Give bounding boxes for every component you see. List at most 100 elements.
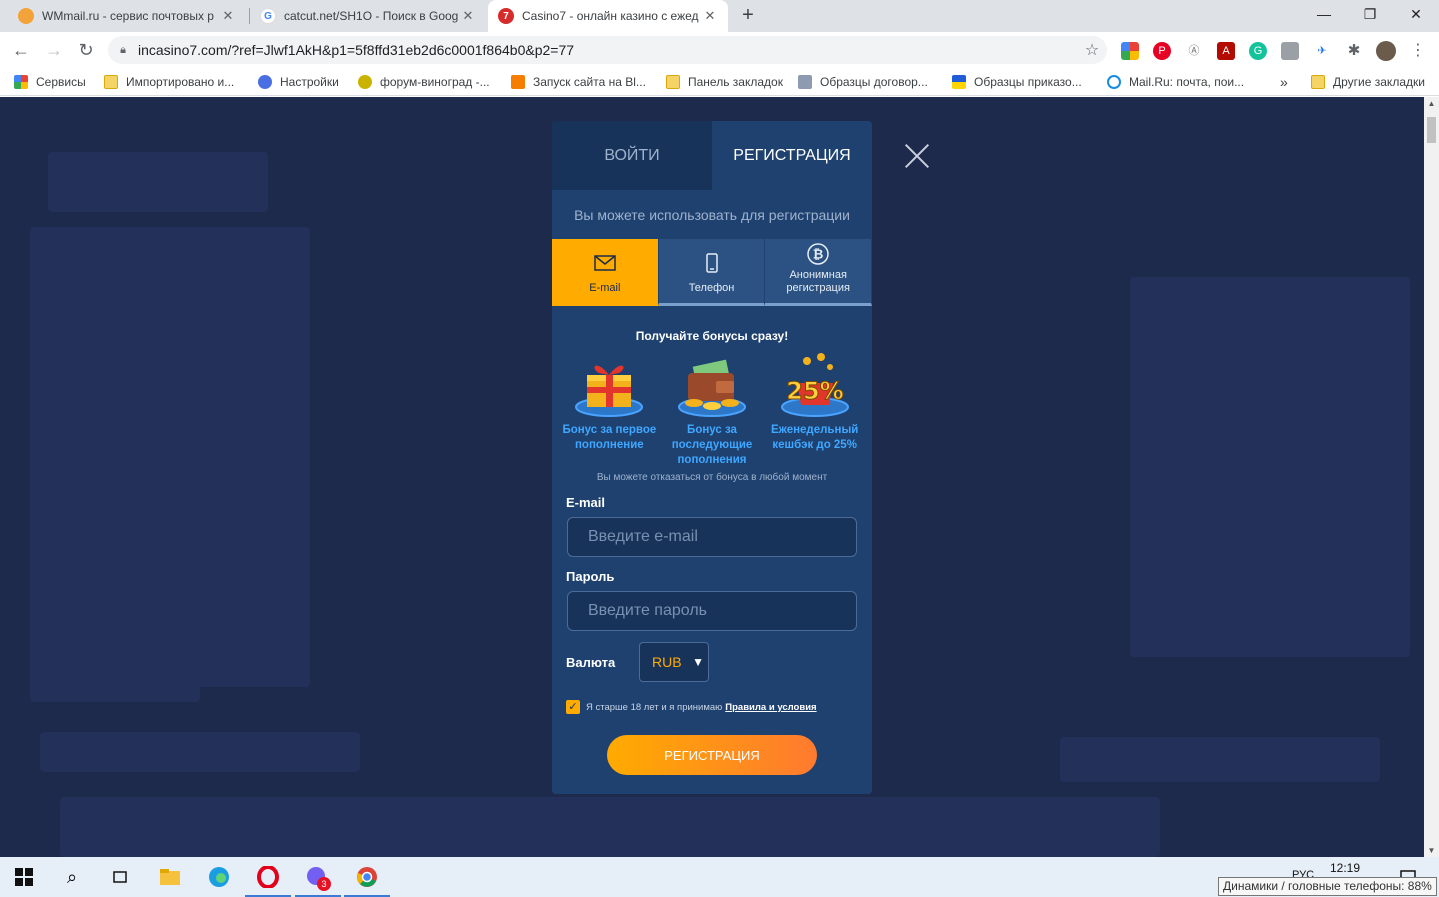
lock-icon[interactable]: 🔒︎ xyxy=(108,44,138,57)
bonus-first-deposit: Бонус за первое пополнение xyxy=(558,349,661,468)
close-window-button[interactable]: ✕ xyxy=(1393,0,1439,30)
casino7-favicon-icon: 7 xyxy=(498,8,514,24)
tab-register[interactable]: РЕГИСТРАЦИЯ xyxy=(712,121,872,190)
minimize-button[interactable]: — xyxy=(1301,0,1347,30)
bookmark-label: Запуск сайта на Bl... xyxy=(533,75,646,89)
background-timer xyxy=(1060,737,1380,782)
url-text[interactable]: incasino7.com/?ref=Jlwf1AkH&p1=5f8ffd31e… xyxy=(138,42,1077,58)
profile-avatar[interactable] xyxy=(1376,41,1396,61)
bonus-title: Получайте бонусы сразу! xyxy=(635,329,789,343)
new-tab-button[interactable]: + xyxy=(737,4,759,26)
bookmark-services[interactable]: Сервисы xyxy=(14,73,86,91)
bookmark-settings[interactable]: Настройки xyxy=(258,73,339,91)
bookmark-label: форум-виноград -... xyxy=(380,75,490,89)
terms-link[interactable]: Правила и условия xyxy=(725,702,816,713)
bookmark-panel[interactable]: Панель закладок xyxy=(666,73,783,91)
bonus-weekly-cashback: 25% Еженедельный кешбэк до 25% xyxy=(763,349,866,468)
address-bar[interactable]: 🔒︎ incasino7.com/?ref=Jlwf1AkH&p1=5f8ffd… xyxy=(108,36,1107,64)
method-label: E-mail xyxy=(589,282,621,294)
extension-icon[interactable] xyxy=(1281,42,1299,60)
page-scrollbar[interactable]: ▲ ▼ xyxy=(1424,97,1439,857)
menu-kebab-icon[interactable]: ⋮ xyxy=(1409,42,1427,60)
method-phone[interactable]: Телефон xyxy=(658,239,766,306)
bookmark-other[interactable]: Другие закладки xyxy=(1311,73,1425,91)
google-apps-extension-icon[interactable] xyxy=(1121,42,1139,60)
bookmark-contracts[interactable]: Образцы договор... xyxy=(798,73,928,91)
pinterest-extension-icon[interactable]: P xyxy=(1153,42,1171,60)
background-jackpot-panel xyxy=(30,227,310,687)
edge-browser-icon[interactable] xyxy=(207,865,231,889)
method-email[interactable]: E-mail xyxy=(552,239,659,306)
grape-icon xyxy=(358,75,372,89)
bookmark-mailru[interactable]: Mail.Ru: почта, пои... xyxy=(1107,73,1244,91)
envelope-icon xyxy=(594,252,616,274)
modal-tabs: ВОЙТИ РЕГИСТРАЦИЯ xyxy=(552,121,872,190)
bookmark-blogger[interactable]: Запуск сайта на Bl... xyxy=(511,73,646,91)
browser-tab-casino7[interactable]: 7 Casino7 - онлайн казино с ежед ✕ xyxy=(488,0,728,32)
wmmail-favicon-icon xyxy=(18,8,34,24)
google-favicon-icon: G xyxy=(260,8,276,24)
registration-subtitle: Вы можете использовать для регистрации xyxy=(574,207,850,223)
search-icon[interactable]: ⌕ xyxy=(60,865,84,889)
bookmarks-overflow-button[interactable]: » xyxy=(1280,73,1288,91)
method-anonymous[interactable]: ₿ Анонимная регистрация xyxy=(765,239,872,306)
chrome-browser-icon[interactable] xyxy=(355,865,379,889)
bookmark-imported[interactable]: Импортировано и... xyxy=(104,73,234,91)
register-submit-button[interactable]: РЕГИСТРАЦИЯ xyxy=(607,735,817,775)
background-tournament-heading xyxy=(40,732,360,772)
forward-arrow-icon[interactable]: → xyxy=(42,38,66,62)
windows-start-icon[interactable] xyxy=(12,865,36,889)
svg-text:25%: 25% xyxy=(786,377,843,405)
opera-browser-icon[interactable] xyxy=(256,865,280,889)
close-tab-icon[interactable]: ✕ xyxy=(220,8,236,24)
age-terms-checkbox[interactable]: ✓ xyxy=(566,700,580,714)
viber-icon[interactable]: 3 xyxy=(305,865,331,891)
browser-tab-google[interactable]: G catcut.net/SH1O - Поиск в Goog ✕ xyxy=(250,0,486,32)
tab-login[interactable]: ВОЙТИ xyxy=(552,121,712,190)
bookmark-star-icon[interactable]: ☆ xyxy=(1077,40,1107,60)
close-icon[interactable] xyxy=(903,142,931,170)
bonus-note: Вы можете отказаться от бонуса в любой м… xyxy=(596,472,828,483)
reload-icon[interactable]: ↻ xyxy=(74,38,98,62)
task-view-icon[interactable] xyxy=(108,865,132,889)
caret-down-icon: ▼ xyxy=(692,655,704,669)
scroll-up-arrow-icon[interactable]: ▲ xyxy=(1424,99,1439,108)
translate-extension-icon[interactable]: Ⓐ xyxy=(1185,42,1203,60)
grammarly-extension-icon[interactable]: G xyxy=(1249,42,1267,60)
bookmark-label: Настройки xyxy=(280,75,339,89)
puzzle-extensions-icon[interactable]: ✱ xyxy=(1345,42,1363,60)
currency-select[interactable]: RUB ▼ xyxy=(639,642,709,682)
maximize-button[interactable]: ❐ xyxy=(1347,0,1393,30)
svg-text:₿: ₿ xyxy=(813,248,824,263)
bonus-list: Бонус за первое пополнение Бонус за посл… xyxy=(552,349,872,468)
scroll-down-arrow-icon[interactable]: ▼ xyxy=(1424,846,1439,855)
bookmark-label: Другие закладки xyxy=(1333,75,1425,89)
browser-tab-strip: WMmail.ru - сервис почтовых р ✕ G catcut… xyxy=(0,0,1439,32)
pdf-extension-icon[interactable]: A xyxy=(1217,42,1235,60)
scrollbar-thumb[interactable] xyxy=(1427,117,1436,143)
close-tab-icon[interactable]: ✕ xyxy=(702,8,718,24)
email-placeholder: Введите e-mail xyxy=(588,528,698,545)
method-label: Анонимная регистрация xyxy=(786,269,850,294)
bookmark-grape-forum[interactable]: форум-виноград -... xyxy=(358,73,490,91)
viber-badge: 3 xyxy=(317,877,331,891)
phone-icon xyxy=(701,252,723,274)
email-field[interactable]: Введите e-mail xyxy=(567,517,857,557)
volume-tooltip: Динамики / головные телефоны: 88% xyxy=(1218,877,1437,896)
vpn-extension-icon[interactable]: ✈ xyxy=(1313,42,1331,60)
back-arrow-icon[interactable]: ← xyxy=(9,38,33,62)
password-label: Пароль xyxy=(566,569,615,584)
taskbar-clock[interactable]: 12:19 xyxy=(1330,861,1360,875)
bookmark-orders[interactable]: Образцы приказо... xyxy=(952,73,1082,91)
background-logo-area xyxy=(48,152,268,212)
browser-tab-wmmail[interactable]: WMmail.ru - сервис почтовых р ✕ xyxy=(8,0,246,32)
close-tab-icon[interactable]: ✕ xyxy=(460,8,476,24)
file-explorer-icon[interactable] xyxy=(158,865,182,889)
password-field[interactable]: Введите пароль xyxy=(567,591,857,631)
background-game-row xyxy=(60,797,1160,857)
bookmarks-bar: Сервисы Импортировано и... Настройки фор… xyxy=(0,68,1439,96)
pen-icon xyxy=(798,75,812,89)
wallet-coins-icon xyxy=(672,349,752,421)
at-icon xyxy=(1107,75,1121,89)
bonus-label: Еженедельный кешбэк до 25% xyxy=(771,424,859,451)
